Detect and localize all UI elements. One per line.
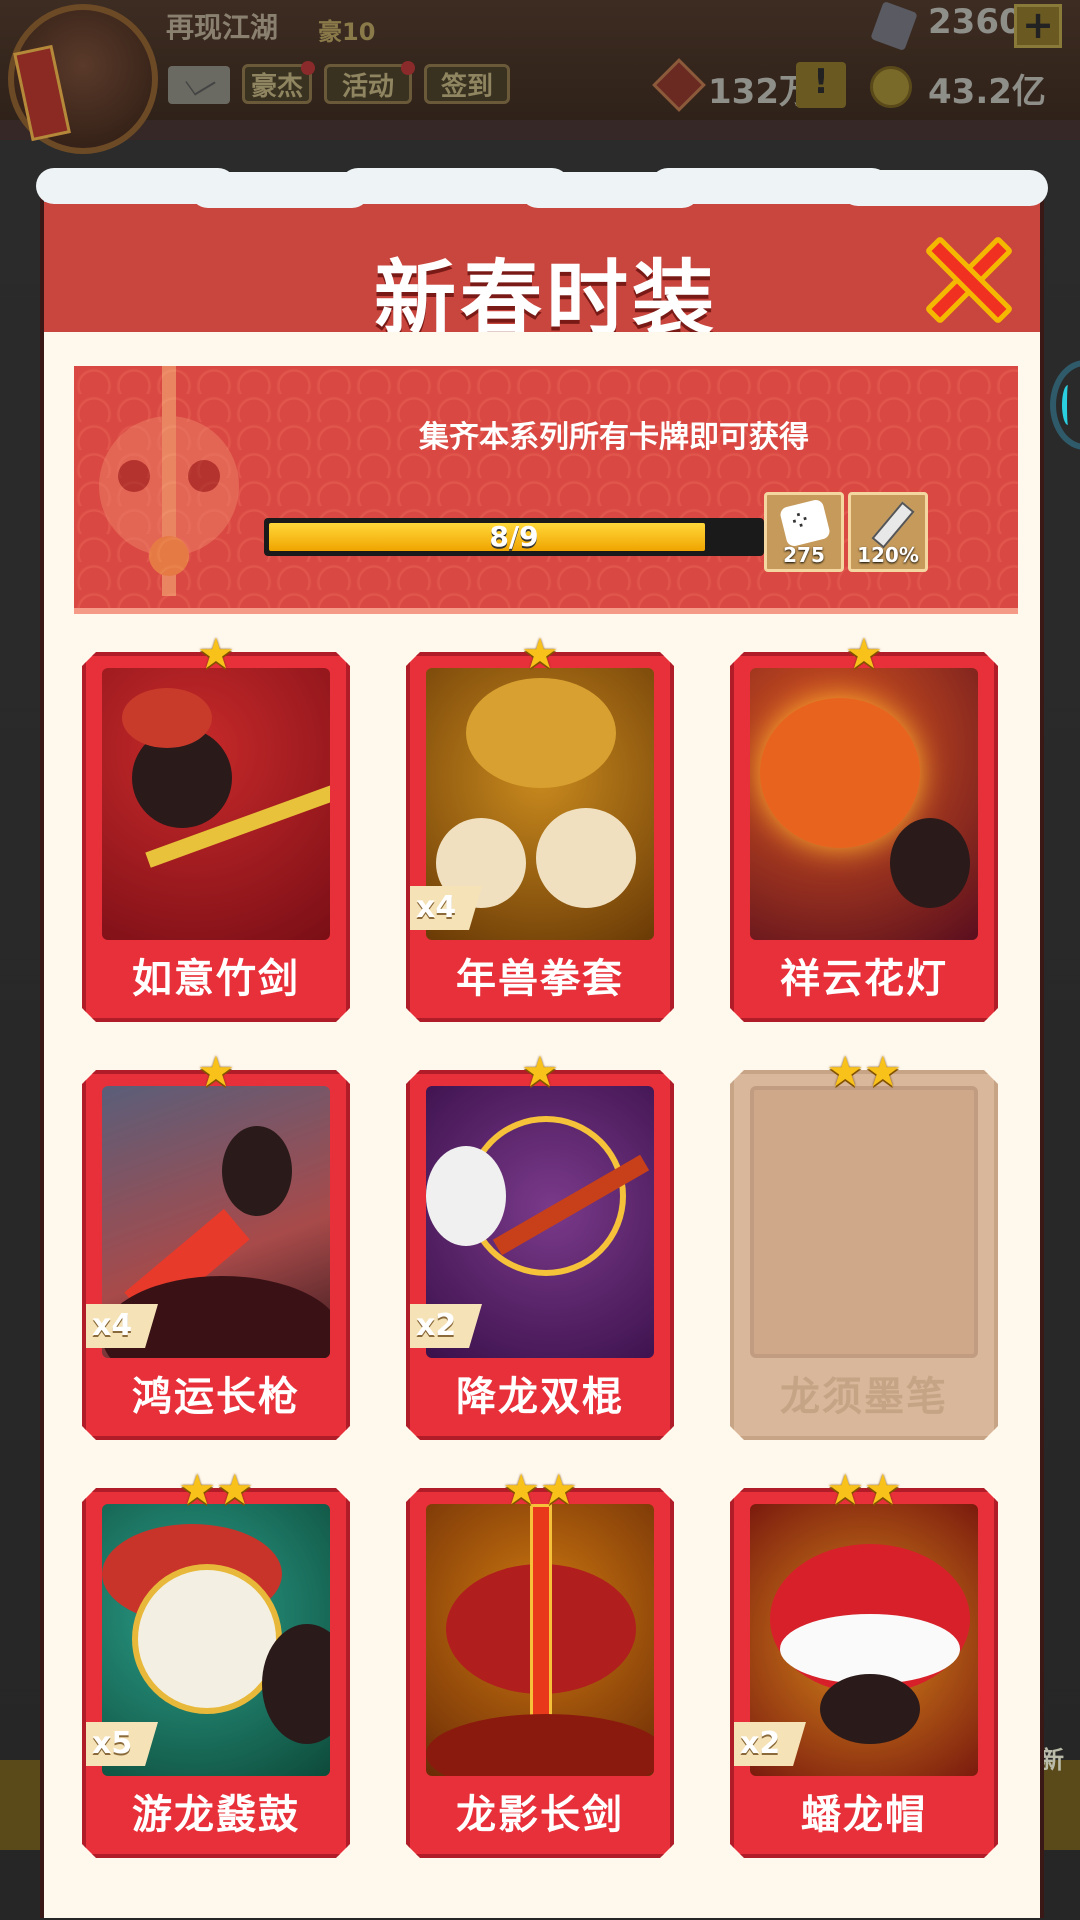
card-coiled-dragon-hat[interactable]: x2 蟠龙帽 ★★: [730, 1468, 998, 1858]
panel-body: 集齐本系列所有卡牌即可获得 8/9 275 120%: [40, 332, 1044, 1918]
card-fortune-spear[interactable]: x4 鸿运长枪 ★: [82, 1050, 350, 1440]
card-name: 龙影长剑: [456, 1792, 624, 1838]
card-art-locked: [750, 1086, 978, 1358]
card-ruyi-bamboo-sword[interactable]: 如意竹剑 ★: [82, 632, 350, 1022]
card-frame: x4 鸿运长枪: [82, 1070, 350, 1440]
ticket-icon: [652, 58, 706, 112]
star-rating: ★: [521, 1047, 559, 1096]
event-button[interactable]: 活动: [324, 61, 415, 104]
reward-value: 275: [783, 543, 825, 567]
star-rating: ★★: [502, 1465, 578, 1514]
card-frame: 祥云花灯: [730, 652, 998, 1022]
star-rating: ★: [197, 629, 235, 678]
card-name: 如意竹剑: [132, 956, 300, 1002]
card-frame: x2 降龙双棍: [406, 1070, 674, 1440]
card-name: 蟠龙帽: [801, 1792, 927, 1838]
bottom-left-button: [0, 1760, 40, 1850]
alert-button[interactable]: !: [796, 62, 846, 108]
star-rating: ★★: [178, 1465, 254, 1514]
card-frame: 龙影长剑: [406, 1488, 674, 1858]
reward-value: 120%: [857, 543, 919, 567]
collection-banner: 集齐本系列所有卡牌即可获得 8/9 275 120%: [74, 366, 1018, 614]
card-nian-gauntlet[interactable]: x4 年兽拳套 ★: [406, 632, 674, 1022]
card-name: 鸿运长枪: [132, 1374, 300, 1420]
sword-icon: [867, 503, 911, 543]
notification-dot: [301, 61, 315, 75]
coin-count: 43.2亿: [928, 72, 1046, 112]
gem-icon: [870, 1, 918, 51]
add-gems-button[interactable]: +: [1014, 4, 1062, 48]
card-art-lantern: [750, 668, 978, 940]
collection-progress-bar: 8/9: [264, 518, 764, 556]
collection-hint: 集齐本系列所有卡牌即可获得: [419, 420, 809, 455]
coin-icon: [870, 66, 912, 108]
card-art-bamboo-sword: [102, 668, 330, 940]
card-art-long-sword: [426, 1504, 654, 1776]
dragon-sword-emblem-icon: [99, 366, 239, 596]
star-rating: ★: [845, 629, 883, 678]
star-rating: ★★: [826, 1465, 902, 1514]
card-name: 游龙鼗鼓: [132, 1792, 300, 1838]
card-dragon-drum[interactable]: x5 游龙鼗鼓 ★★: [82, 1468, 350, 1858]
hero-button[interactable]: 豪杰: [242, 61, 315, 104]
card-dragon-shadow-sword[interactable]: 龙影长剑 ★★: [406, 1468, 674, 1858]
card-dragon-twin-staff[interactable]: x2 降龙双棍 ★: [406, 1050, 674, 1440]
card-name: 年兽拳套: [456, 956, 624, 1002]
card-frame: 龙须墨笔: [730, 1070, 998, 1440]
card-name: 龙须墨笔: [780, 1374, 948, 1420]
player-name: 再现江湖: [166, 11, 279, 44]
close-button[interactable]: [924, 235, 1014, 325]
progress-text: 8/9: [489, 520, 539, 553]
checkin-button[interactable]: 签到: [424, 64, 510, 104]
notification-dot: [401, 61, 415, 75]
gem-count: 2360: [928, 2, 1023, 42]
star-rating: ★★: [826, 1047, 902, 1096]
card-frame: x4 年兽拳套: [406, 652, 674, 1022]
card-name: 祥云花灯: [780, 956, 948, 1002]
side-ring-highlight: [1062, 385, 1074, 425]
star-rating: ★: [197, 1047, 235, 1096]
reward-attack[interactable]: 120%: [848, 492, 928, 572]
snow-decoration: [36, 168, 1048, 208]
card-cloud-lantern[interactable]: 祥云花灯 ★: [730, 632, 998, 1022]
card-name: 降龙双棍: [456, 1374, 624, 1420]
card-dragon-whisker-brush[interactable]: 龙须墨笔 ★★: [730, 1050, 998, 1440]
top-hud: 再现江湖 豪10 豪杰 活动 签到 2360 + 132万 ! 43.2亿: [0, 0, 1080, 154]
star-rating: ★: [521, 629, 559, 678]
dice-icon: [778, 498, 832, 548]
player-level: 豪10: [318, 18, 376, 46]
costume-panel: 新春时装 集齐本系列所有卡牌即可获得 8/9 ⁘ 275 120% 如意竹剑 ★…: [36, 168, 1048, 1918]
card-frame: x5 游龙鼗鼓: [82, 1488, 350, 1858]
card-frame: 如意竹剑: [82, 652, 350, 1022]
panel-header: 新春时装: [40, 190, 1044, 347]
reward-dice[interactable]: 275: [764, 492, 844, 572]
card-frame: x2 蟠龙帽: [730, 1488, 998, 1858]
mail-icon[interactable]: [168, 66, 230, 104]
